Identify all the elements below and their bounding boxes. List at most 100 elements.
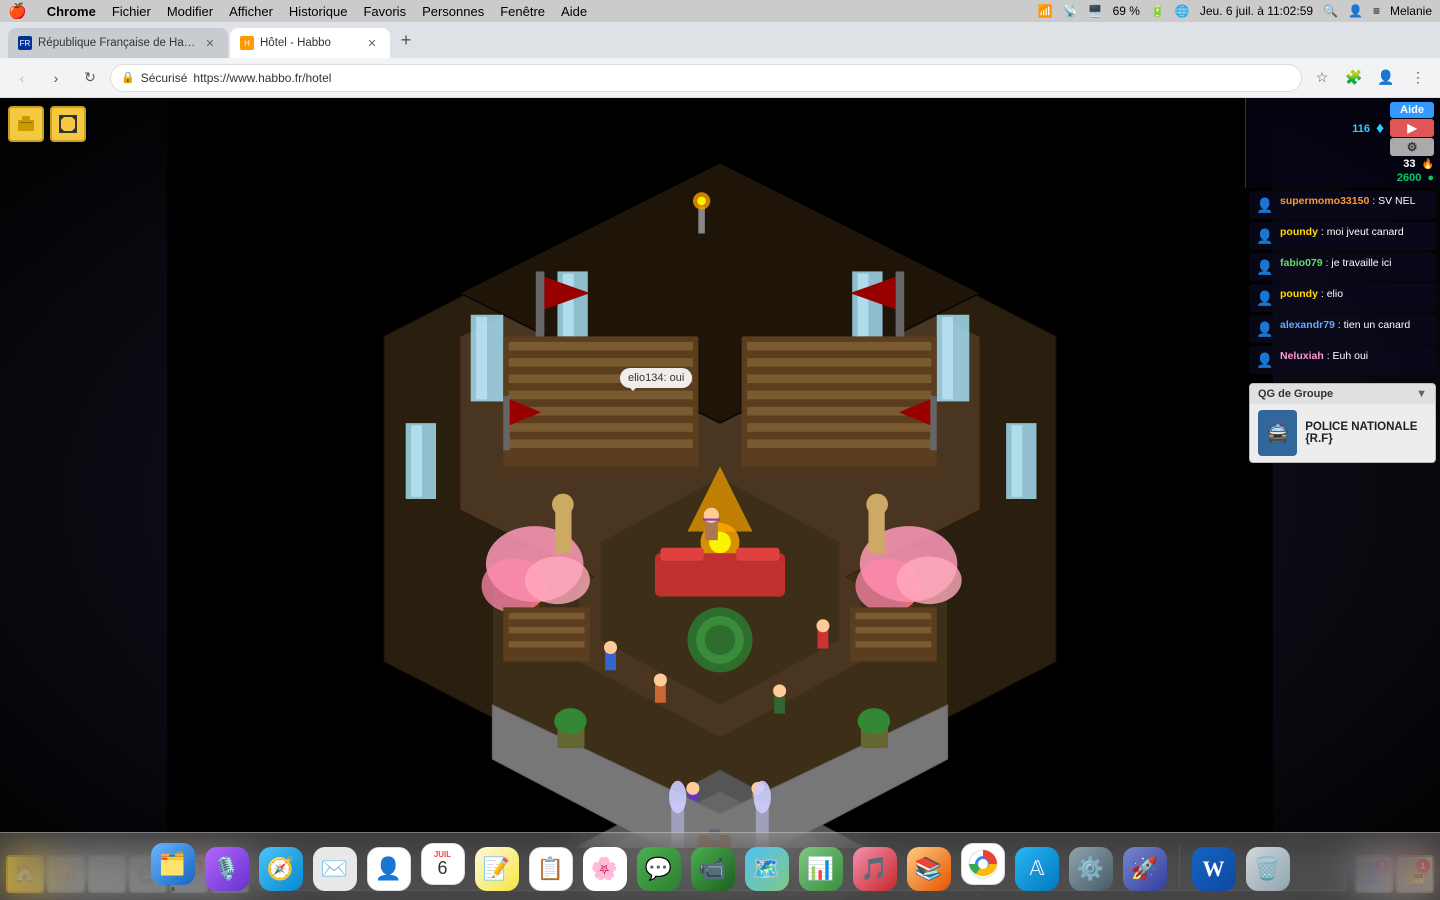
aide-menu[interactable]: Aide: [561, 4, 587, 19]
game-area[interactable]: elio134: oui: [0, 98, 1440, 900]
chat-message-3: 👤 fabio079 : je travaille ici: [1249, 253, 1436, 281]
tab-bar: FR République Française de Hab... ✕ H Hô…: [0, 22, 1440, 58]
dock-reminders[interactable]: 📋: [527, 843, 575, 891]
tab-2-title: Hôtel - Habbo: [260, 37, 358, 49]
tab-1[interactable]: FR République Française de Hab... ✕: [8, 28, 228, 58]
user-icon[interactable]: 👤: [1348, 4, 1363, 18]
dock-numbers[interactable]: 📊: [797, 843, 845, 891]
more-button[interactable]: ⋮: [1404, 64, 1432, 92]
fenetre-menu[interactable]: Fenêtre: [500, 4, 545, 19]
chat-message-6: 👤 Neluxiah : Euh oui: [1249, 346, 1436, 374]
svg-text:🚔: 🚔: [1266, 423, 1288, 443]
finder-icon: 🗂️: [151, 843, 195, 885]
historique-menu[interactable]: Historique: [289, 4, 348, 19]
dock-safari[interactable]: 🧭: [257, 843, 305, 891]
dock-appstore[interactable]: 𝔸: [1013, 843, 1061, 891]
menubar-right: 📶 📡 🖥️ 69 % 🔋 🌐 Jeu. 6 juil. à 11:02:59 …: [1038, 4, 1432, 18]
dock-photos[interactable]: 🌸: [581, 843, 629, 891]
msg-avatar-2: 👤: [1254, 225, 1276, 247]
url-bar[interactable]: 🔒 Sécurisé https://www.habbo.fr/hotel: [110, 64, 1302, 92]
tab-1-close[interactable]: ✕: [202, 35, 218, 51]
group-panel[interactable]: QG de Groupe ▼ 🚔 POLICE NATIONALE {R.F}: [1249, 383, 1436, 463]
group-toggle[interactable]: ▼: [1416, 388, 1427, 400]
tab-2-close[interactable]: ✕: [364, 35, 380, 51]
currency-stats: 116 ♦ Aide ▶ ⚙ 33 🔥 2600 ●: [1245, 98, 1440, 188]
dock-separator: [1179, 845, 1180, 889]
trash-icon: 🗑️: [1246, 847, 1290, 891]
dock-mail[interactable]: ✉️: [311, 843, 359, 891]
gear-button[interactable]: ⚙: [1390, 138, 1434, 156]
fichier-menu[interactable]: Fichier: [112, 4, 151, 19]
music-icon: 🎵: [853, 847, 897, 891]
maps-icon: 🗺️: [745, 847, 789, 891]
datetime: Jeu. 6 juil. à 11:02:59: [1200, 4, 1313, 18]
dock-messages[interactable]: 💬: [635, 843, 683, 891]
group-badge: 🚔: [1258, 410, 1297, 456]
dock-books[interactable]: 📚: [905, 843, 953, 891]
msg-avatar-4: 👤: [1254, 287, 1276, 309]
appstore-icon: 𝔸: [1015, 847, 1059, 891]
controls-icon[interactable]: ≡: [1373, 4, 1380, 18]
finder-dot: [171, 887, 175, 891]
room-info-button[interactable]: [8, 106, 44, 142]
modifier-menu[interactable]: Modifier: [167, 4, 213, 19]
secure-icon: 🔒: [121, 71, 135, 84]
msg-author-1: supermomo33150: [1280, 195, 1369, 207]
dock-trash[interactable]: 🗑️: [1244, 843, 1292, 891]
msg-avatar-3: 👤: [1254, 256, 1276, 278]
bluetooth-icon: 📡: [1063, 4, 1078, 18]
afficher-menu[interactable]: Afficher: [229, 4, 273, 19]
username: Melanie: [1390, 4, 1432, 18]
app-name-menu[interactable]: Chrome: [47, 4, 96, 19]
dock-music[interactable]: 🎵: [851, 843, 899, 891]
new-tab-button[interactable]: +: [392, 26, 420, 54]
fullscreen-button[interactable]: [50, 106, 86, 142]
battery-icon: 🔋: [1150, 4, 1165, 18]
ui-topleft-buttons: [8, 106, 86, 142]
siri-icon: 🎙️: [205, 847, 249, 891]
dock-word[interactable]: W: [1190, 843, 1238, 891]
back-button[interactable]: ‹: [8, 64, 36, 92]
arrow-button[interactable]: ▶: [1390, 119, 1434, 137]
dock-finder[interactable]: 🗂️: [149, 843, 197, 891]
profile-button[interactable]: 👤: [1372, 64, 1400, 92]
flame-icon: 🔥: [1422, 159, 1434, 170]
msg-avatar-1: 👤: [1254, 194, 1276, 216]
msg-author-4: poundy: [1280, 288, 1318, 300]
tab-1-favicon: FR: [18, 36, 32, 50]
forward-button[interactable]: ›: [42, 64, 70, 92]
dock-system-prefs[interactable]: ⚙️: [1067, 843, 1115, 891]
dock-siri[interactable]: 🎙️: [203, 843, 251, 891]
msg-text-6: Euh oui: [1333, 350, 1369, 362]
coins-row: 2600 ●: [1252, 172, 1434, 184]
input-icon: 🌐: [1175, 4, 1190, 18]
apple-menu[interactable]: 🍎: [8, 2, 27, 20]
bookmark-button[interactable]: ☆: [1308, 64, 1336, 92]
game-canvas[interactable]: elio134: oui: [0, 98, 1440, 900]
msg-text-5: tien un canard: [1344, 319, 1411, 331]
wifi-icon: 📶: [1038, 4, 1053, 18]
favoris-menu[interactable]: Favoris: [363, 4, 406, 19]
search-icon[interactable]: 🔍: [1323, 4, 1338, 18]
dock-notes[interactable]: 📝: [473, 843, 521, 891]
aide-button[interactable]: Aide: [1390, 102, 1434, 118]
reload-button[interactable]: ↻: [76, 64, 104, 92]
dock-maps[interactable]: 🗺️: [743, 843, 791, 891]
dock-launchpad[interactable]: 🚀: [1121, 843, 1169, 891]
personnes-menu[interactable]: Personnes: [422, 4, 484, 19]
dock-facetime[interactable]: 📹: [689, 843, 737, 891]
safari-icon: 🧭: [259, 847, 303, 891]
dock-contacts[interactable]: 👤: [365, 843, 413, 891]
dock-calendar[interactable]: JUIL 6: [419, 843, 467, 891]
calendar-dot: [441, 887, 445, 891]
chat-message-5: 👤 alexandr79 : tien un canard: [1249, 315, 1436, 343]
extension-button[interactable]: 🧩: [1340, 64, 1368, 92]
chat-message-2: 👤 poundy : moi jveut canard: [1249, 222, 1436, 250]
calendar-icon: JUIL 6: [421, 843, 465, 885]
msg-author-3: fabio079: [1280, 257, 1323, 269]
battery-level: 69 %: [1113, 4, 1140, 18]
dock-chrome[interactable]: [959, 843, 1007, 891]
tab-1-title: République Française de Hab...: [38, 37, 196, 49]
books-icon: 📚: [907, 847, 951, 891]
tab-2[interactable]: H Hôtel - Habbo ✕: [230, 28, 390, 58]
